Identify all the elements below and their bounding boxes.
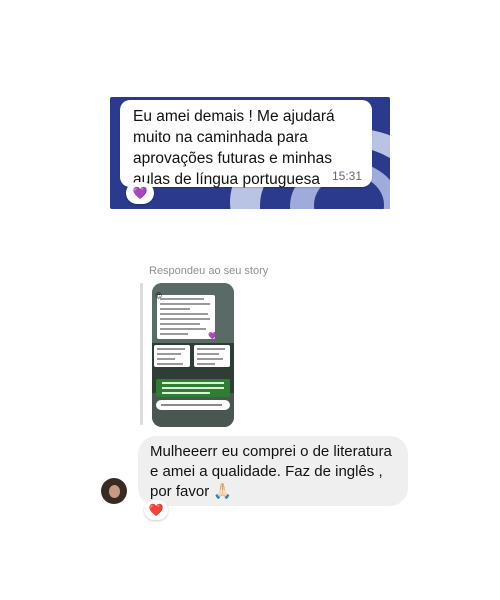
story-highlight-text [156,379,230,397]
incoming-message-bubble: Mulheeerr eu comprei o de literatura e a… [138,436,408,506]
story-reply-label: Respondeu ao seu story [149,265,269,277]
story-message-card [154,345,190,367]
story-reply-pill [156,400,230,410]
story-thumbnail[interactable]: 😍 💜 [152,283,234,427]
red-heart-icon: ❤️ [148,503,164,517]
whatsapp-message-bubble: Eu amei demais ! Me ajudará muito na cam… [120,100,372,188]
story-heart-icon: 💜 [208,333,217,340]
avatar-face [109,485,120,498]
whatsapp-message-time: 15:31 [331,169,362,183]
story-emoji-icon: 😍 [155,293,163,300]
red-heart-reaction: ❤️ [144,500,168,520]
reply-quote-line [140,283,143,425]
avatar[interactable] [101,478,127,504]
purple-heart-icon: 💜 [132,186,148,200]
story-message-card [194,345,230,367]
purple-heart-reaction: 💜 [126,182,154,204]
story-background [152,393,234,427]
incoming-message-text: Mulheeerr eu comprei o de literatura e a… [150,443,392,500]
story-message-card [157,295,215,339]
whatsapp-screenshot-card: Eu amei demais ! Me ajudará muito na cam… [110,97,390,209]
